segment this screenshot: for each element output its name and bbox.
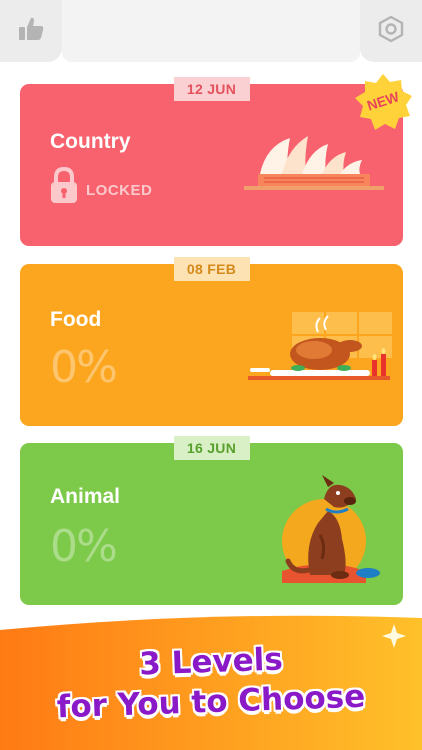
date-tab: 12 JUN (173, 77, 250, 101)
card-title: Animal (50, 485, 121, 508)
sitting-dog-illustration (264, 465, 384, 585)
top-bar (0, 0, 422, 62)
level-card-animal[interactable]: 16 JUN Animal 0% (20, 436, 403, 605)
date-tab: 16 JUN (173, 436, 250, 460)
top-bar-background (62, 0, 360, 62)
like-button[interactable] (0, 0, 62, 62)
level-card-country[interactable]: 12 JUN Country LOCKED (20, 77, 403, 246)
promo-banner: 3 Levels for You to Choose (0, 614, 422, 750)
date-tab: 08 FEB (173, 257, 250, 281)
sydney-opera-house-illustration (244, 128, 384, 198)
progress-percent: 0% (50, 521, 118, 572)
hexagon-settings-icon (376, 14, 406, 49)
card-title: Food (50, 308, 102, 331)
locked-label: LOCKED (86, 182, 153, 199)
new-badge: NEW (352, 72, 414, 134)
progress-percent: 0% (50, 342, 118, 393)
lock-icon (50, 166, 78, 209)
thumbs-up-icon (16, 14, 46, 49)
settings-button[interactable] (360, 0, 422, 62)
locked-status: LOCKED (50, 166, 152, 209)
card-title: Country (50, 130, 131, 153)
level-card-food[interactable]: 08 FEB Food 0% (20, 257, 403, 426)
roast-turkey-dinner-illustration (248, 308, 398, 390)
